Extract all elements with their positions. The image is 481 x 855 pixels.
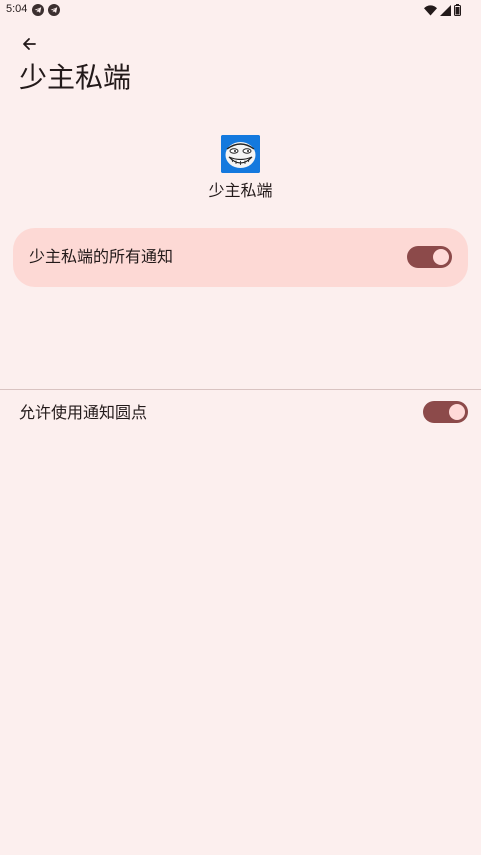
all-notifications-switch[interactable] [407, 246, 452, 268]
switch-thumb [449, 404, 465, 420]
notification-dots-label: 允许使用通知圆点 [19, 403, 148, 422]
battery-icon [454, 4, 461, 16]
page-title: 少主私端 [19, 61, 132, 94]
all-notifications-card[interactable]: 少主私端的所有通知 [13, 228, 468, 287]
app-trollface-icon [221, 135, 260, 173]
all-notifications-label: 少主私端的所有通知 [29, 247, 174, 266]
telegram-icon [48, 4, 60, 16]
status-time: 5:04 [6, 3, 28, 15]
app-name: 少主私端 [208, 181, 273, 200]
status-bar: 5:04 [0, 0, 481, 20]
signal-icon [440, 4, 451, 16]
arrow-back-icon [21, 36, 37, 56]
wifi-icon [424, 4, 437, 16]
status-system-icons [424, 4, 461, 16]
telegram-icon [32, 4, 44, 16]
back-button[interactable] [16, 33, 42, 59]
notification-dots-row[interactable]: 允许使用通知圆点 [0, 390, 481, 436]
switch-thumb [433, 249, 449, 265]
notification-dots-switch[interactable] [423, 401, 468, 423]
status-notification-icons [32, 4, 60, 16]
